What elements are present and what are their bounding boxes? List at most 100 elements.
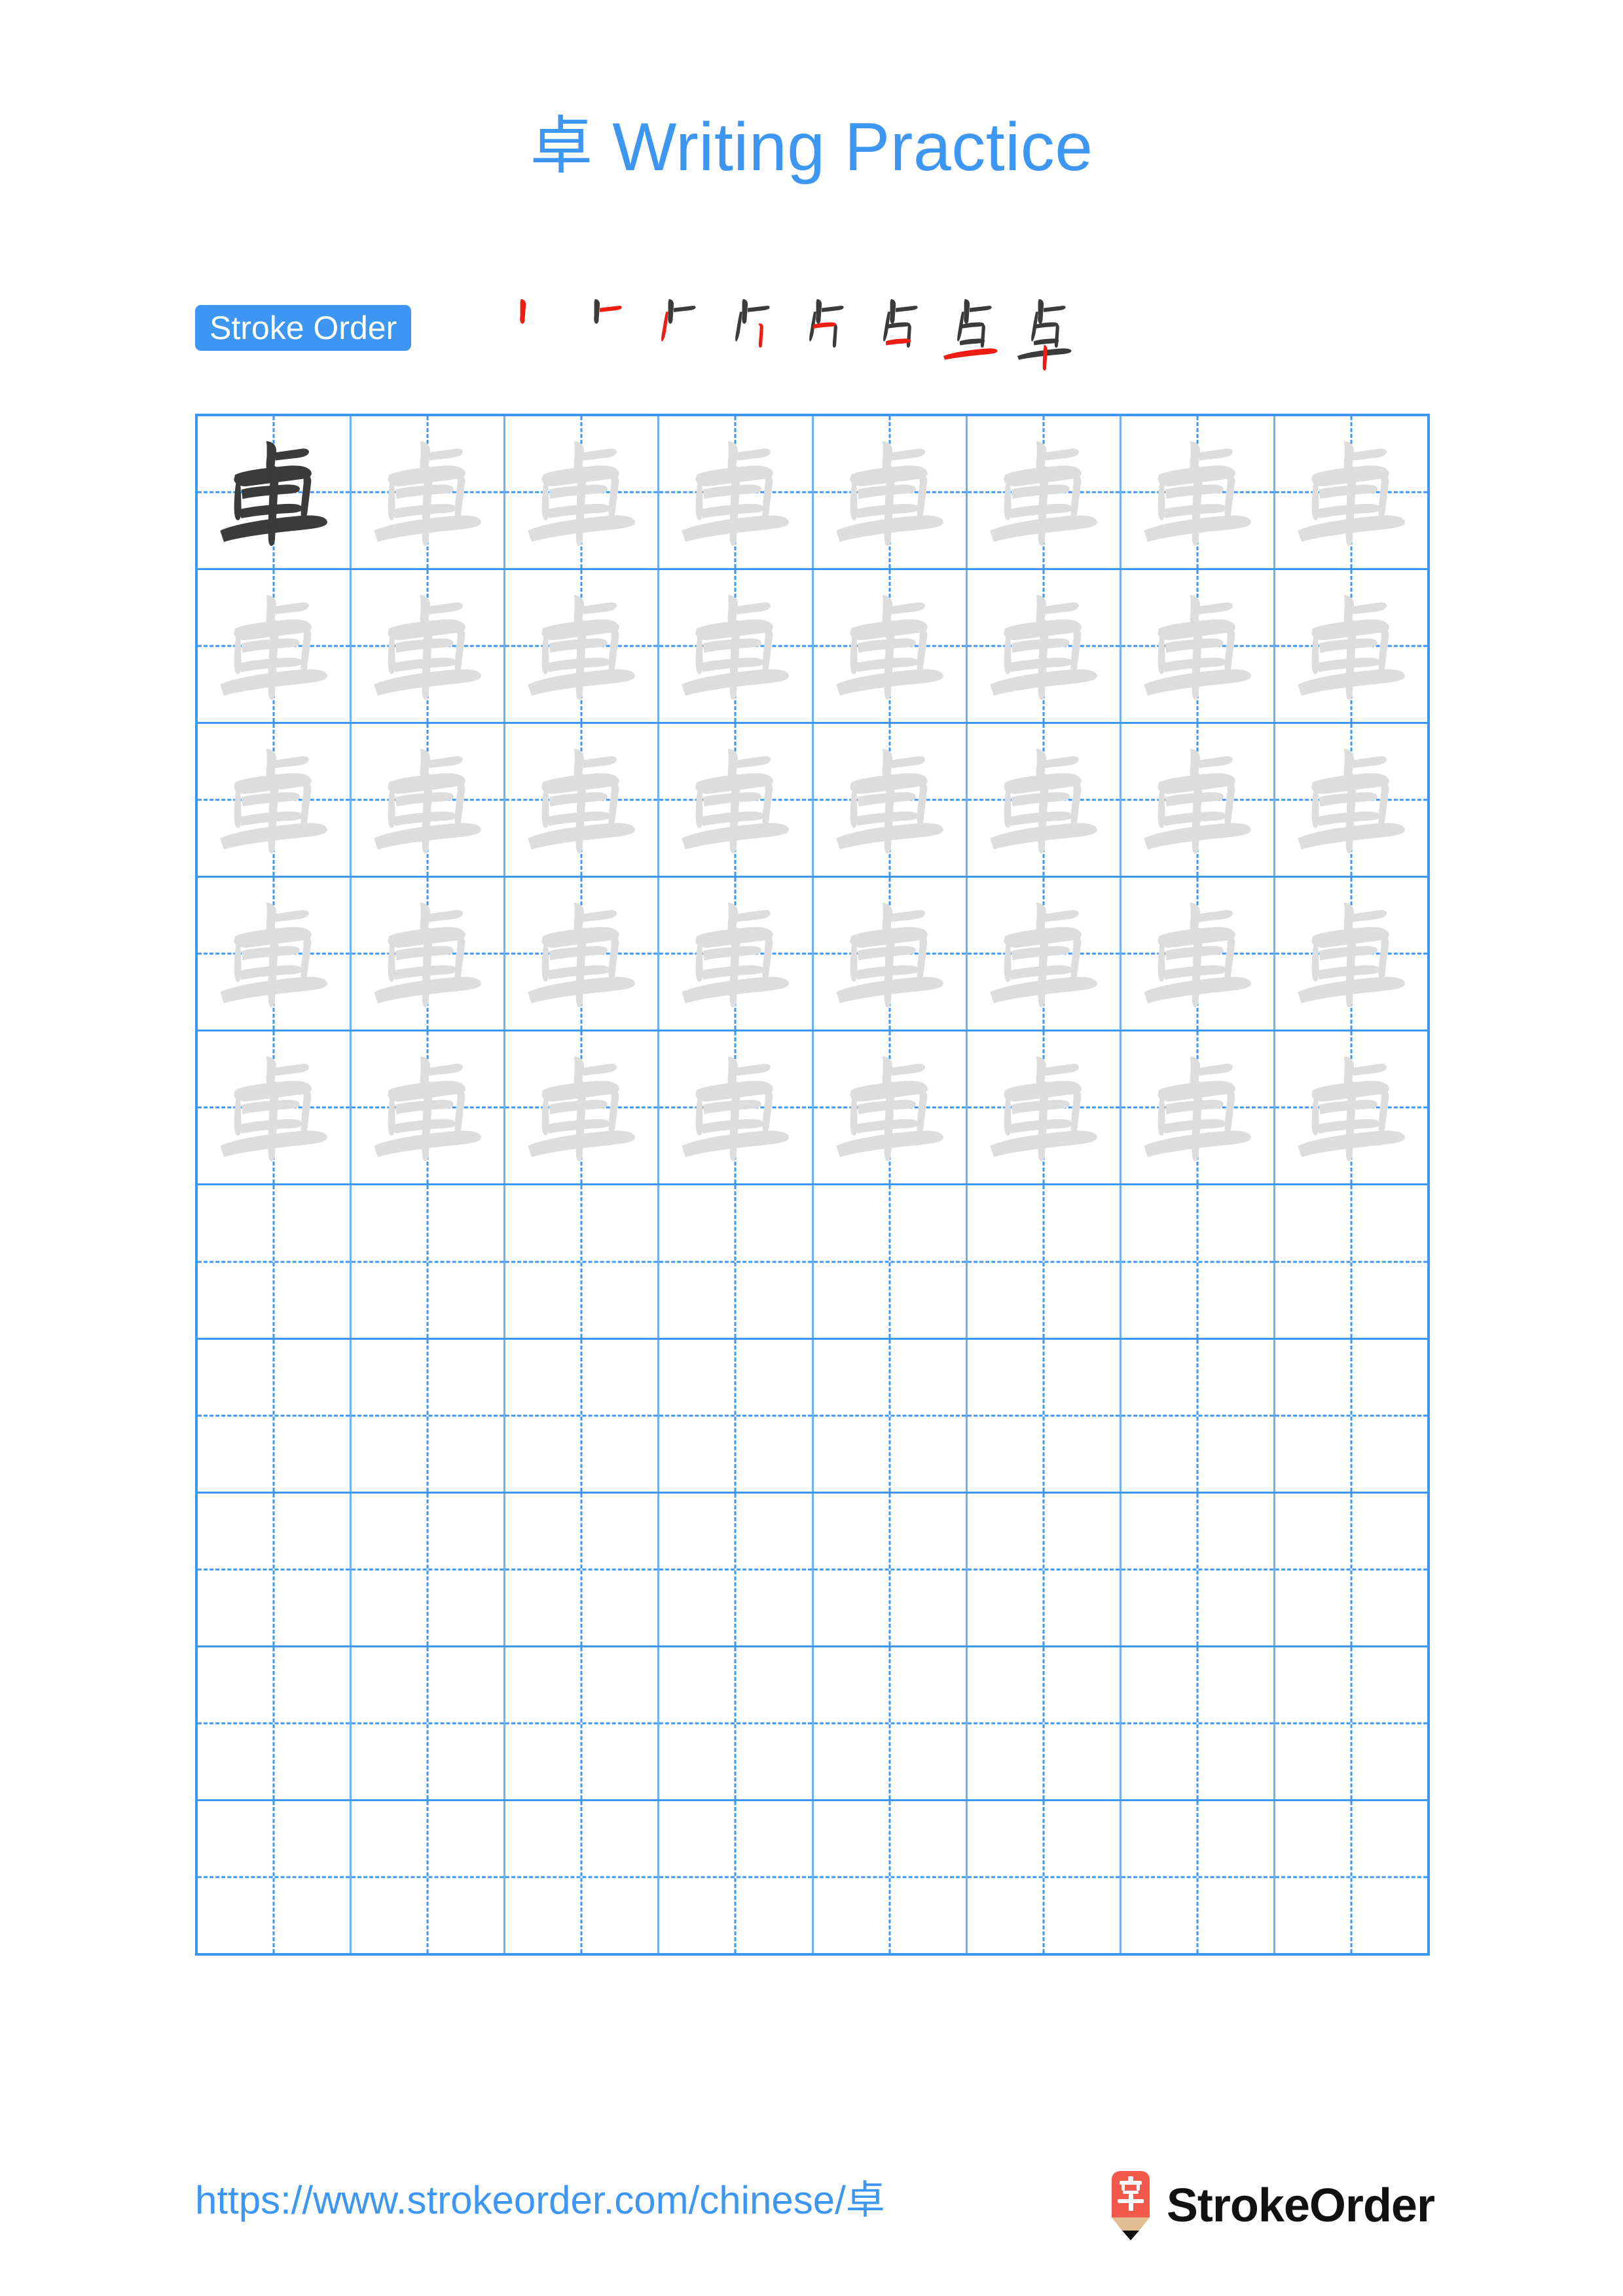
grid-cell-r9-c7[interactable] — [1121, 1647, 1275, 1799]
grid-cell-r1-c1[interactable] — [198, 416, 352, 569]
grid-cell-r1-c7[interactable] — [1121, 416, 1275, 569]
grid-cell-r3-c2[interactable] — [352, 724, 506, 876]
grid-cell-r3-c6[interactable] — [967, 724, 1122, 876]
grid-cell-r3-c5[interactable] — [813, 724, 968, 876]
grid-cell-r6-c8[interactable] — [1275, 1185, 1427, 1338]
grid-cell-r3-c3[interactable] — [505, 724, 660, 876]
grid-cell-r10-c4[interactable] — [659, 1801, 814, 1953]
grid-cell-r9-c3[interactable] — [505, 1647, 660, 1799]
grid-cell-r6-c4[interactable] — [659, 1185, 814, 1338]
grid-cell-r1-c6[interactable] — [967, 416, 1122, 569]
grid-cell-r10-c5[interactable] — [813, 1801, 968, 1953]
grid-cell-r2-c1[interactable] — [198, 570, 352, 723]
grid-cell-r8-c4[interactable] — [659, 1493, 814, 1645]
grid-cell-r3-c7[interactable] — [1121, 724, 1275, 876]
grid-cell-r2-c6[interactable] — [967, 570, 1122, 723]
grid-row-3 — [198, 724, 1427, 878]
grid-cell-r8-c8[interactable] — [1275, 1493, 1427, 1645]
grid-cell-r9-c8[interactable] — [1275, 1647, 1427, 1799]
grid-cell-r5-c7[interactable] — [1121, 1031, 1275, 1184]
grid-cell-r6-c2[interactable] — [352, 1185, 506, 1338]
grid-cell-r1-c8[interactable] — [1275, 416, 1427, 569]
trace-character — [198, 724, 350, 876]
grid-cell-r2-c2[interactable] — [352, 570, 506, 723]
guide-horizontal — [505, 1261, 658, 1263]
grid-cell-r6-c1[interactable] — [198, 1185, 352, 1338]
grid-cell-r3-c8[interactable] — [1275, 724, 1427, 876]
grid-cell-r8-c3[interactable] — [505, 1493, 660, 1645]
grid-cell-r5-c6[interactable] — [967, 1031, 1122, 1184]
grid-cell-r4-c2[interactable] — [352, 878, 506, 1030]
grid-cell-r4-c1[interactable] — [198, 878, 352, 1030]
stroke-step-1 — [488, 289, 562, 371]
grid-cell-r9-c4[interactable] — [659, 1647, 814, 1799]
guide-horizontal — [813, 1568, 966, 1571]
grid-cell-r2-c8[interactable] — [1275, 570, 1427, 723]
grid-cell-r5-c8[interactable] — [1275, 1031, 1427, 1184]
guide-horizontal — [813, 1876, 966, 1878]
grid-cell-r3-c1[interactable] — [198, 724, 352, 876]
grid-cell-r6-c6[interactable] — [967, 1185, 1122, 1338]
guide-horizontal — [967, 1568, 1120, 1571]
grid-cell-r5-c2[interactable] — [352, 1031, 506, 1184]
grid-cell-r1-c2[interactable] — [352, 416, 506, 569]
grid-cell-r2-c5[interactable] — [813, 570, 968, 723]
grid-cell-r7-c3[interactable] — [505, 1339, 660, 1492]
grid-cell-r8-c6[interactable] — [967, 1493, 1122, 1645]
grid-cell-r10-c6[interactable] — [967, 1801, 1122, 1953]
grid-cell-r7-c5[interactable] — [813, 1339, 968, 1492]
grid-cell-r7-c1[interactable] — [198, 1339, 352, 1492]
practice-grid — [195, 414, 1430, 1956]
grid-cell-r10-c1[interactable] — [198, 1801, 352, 1953]
grid-cell-r5-c1[interactable] — [198, 1031, 352, 1184]
trace-character — [659, 724, 811, 876]
grid-cell-r8-c7[interactable] — [1121, 1493, 1275, 1645]
grid-cell-r1-c4[interactable] — [659, 416, 814, 569]
grid-cell-r4-c4[interactable] — [659, 878, 814, 1030]
grid-cell-r1-c5[interactable] — [813, 416, 968, 569]
grid-cell-r7-c6[interactable] — [967, 1339, 1122, 1492]
strokeorder-logo[interactable]: StrokeOrder — [1106, 2170, 1435, 2241]
grid-cell-r8-c2[interactable] — [352, 1493, 506, 1645]
grid-cell-r4-c5[interactable] — [813, 878, 968, 1030]
grid-cell-r6-c3[interactable] — [505, 1185, 660, 1338]
page-title: 卓 Writing Practice — [530, 110, 1093, 185]
grid-cell-r9-c6[interactable] — [967, 1647, 1122, 1799]
grid-cell-r9-c1[interactable] — [198, 1647, 352, 1799]
grid-cell-r4-c7[interactable] — [1121, 878, 1275, 1030]
grid-cell-r5-c5[interactable] — [813, 1031, 968, 1184]
grid-cell-r2-c3[interactable] — [505, 570, 660, 723]
footer-url-link[interactable]: https://www.strokeorder.com/chinese/卓 — [195, 2174, 885, 2227]
grid-cell-r6-c7[interactable] — [1121, 1185, 1275, 1338]
grid-cell-r10-c3[interactable] — [505, 1801, 660, 1953]
grid-cell-r1-c3[interactable] — [505, 416, 660, 569]
guide-horizontal — [1121, 1876, 1273, 1878]
grid-cell-r2-c7[interactable] — [1121, 570, 1275, 723]
pencil-icon — [1111, 2171, 1150, 2240]
grid-cell-r2-c4[interactable] — [659, 570, 814, 723]
grid-cell-r5-c4[interactable] — [659, 1031, 814, 1184]
grid-cell-r10-c2[interactable] — [352, 1801, 506, 1953]
guide-horizontal — [1275, 1876, 1427, 1878]
grid-cell-r9-c2[interactable] — [352, 1647, 506, 1799]
grid-cell-r7-c4[interactable] — [659, 1339, 814, 1492]
grid-cell-r10-c7[interactable] — [1121, 1801, 1275, 1953]
grid-cell-r4-c3[interactable] — [505, 878, 660, 1030]
grid-cell-r5-c3[interactable] — [505, 1031, 660, 1184]
grid-cell-r4-c6[interactable] — [967, 878, 1122, 1030]
grid-cell-r6-c5[interactable] — [813, 1185, 968, 1338]
grid-cell-r7-c2[interactable] — [352, 1339, 506, 1492]
grid-cell-r10-c8[interactable] — [1275, 1801, 1427, 1953]
guide-horizontal — [198, 1261, 350, 1263]
guide-horizontal — [659, 1568, 812, 1571]
grid-cell-r3-c4[interactable] — [659, 724, 814, 876]
trace-character — [1275, 570, 1427, 722]
grid-cell-r9-c5[interactable] — [813, 1647, 968, 1799]
trace-character — [659, 570, 811, 722]
grid-cell-r8-c1[interactable] — [198, 1493, 352, 1645]
grid-cell-r7-c7[interactable] — [1121, 1339, 1275, 1492]
grid-cell-r8-c5[interactable] — [813, 1493, 968, 1645]
guide-horizontal — [1121, 1568, 1273, 1571]
grid-cell-r7-c8[interactable] — [1275, 1339, 1427, 1492]
grid-cell-r4-c8[interactable] — [1275, 878, 1427, 1030]
